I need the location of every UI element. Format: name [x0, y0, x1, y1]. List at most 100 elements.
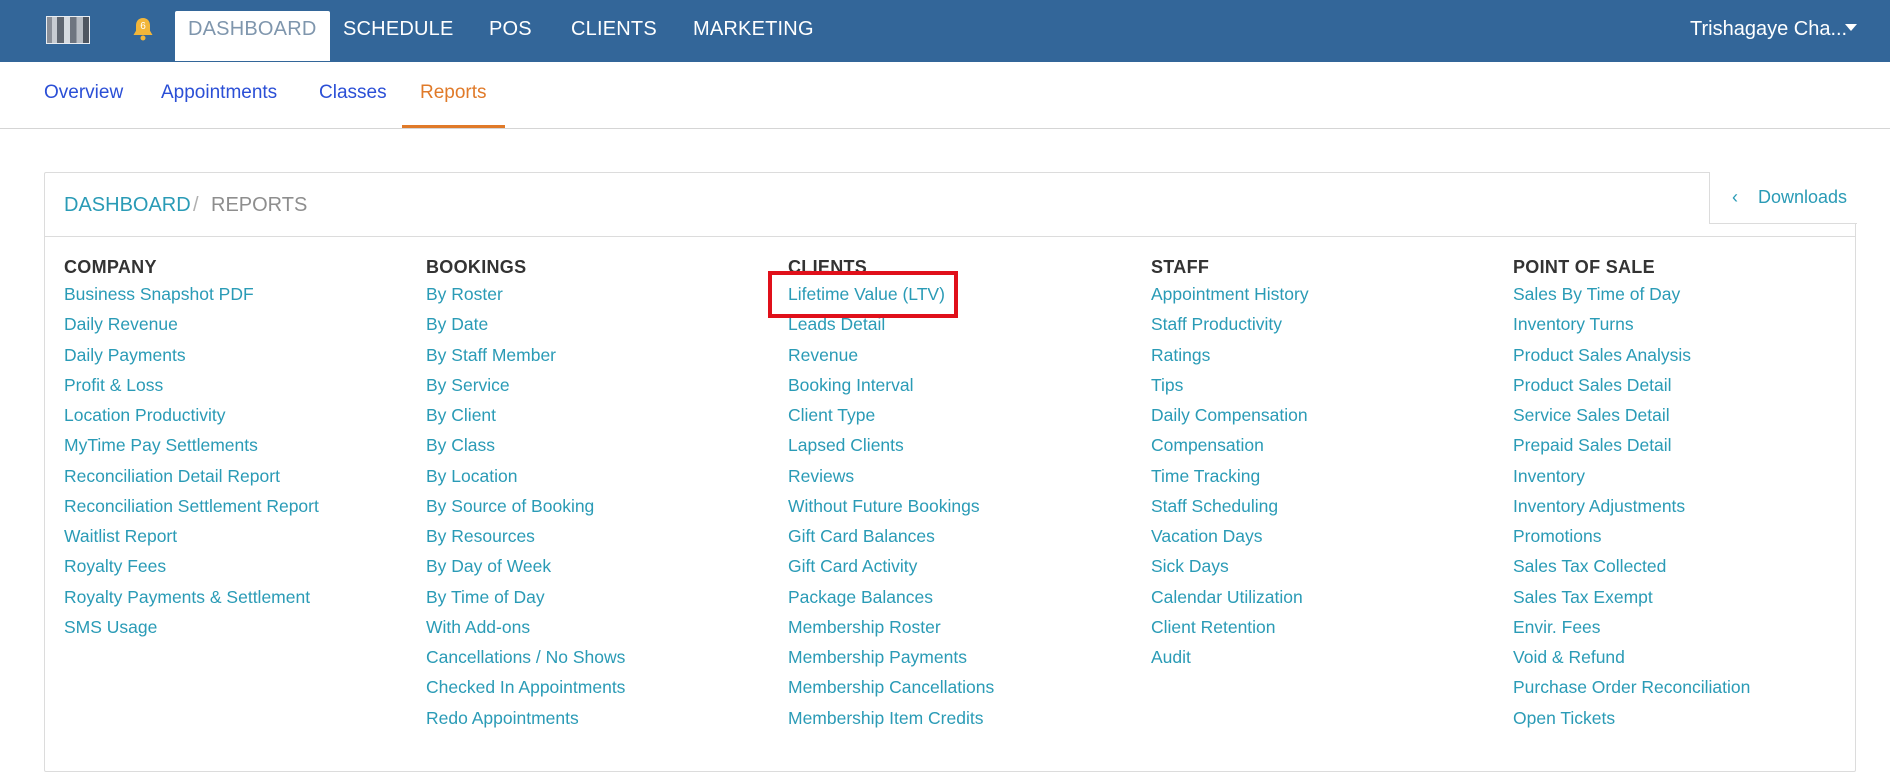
- breadcrumb-reports: REPORTS: [211, 194, 308, 216]
- report-link-company[interactable]: Daily Revenue: [64, 309, 319, 339]
- nav-tab-clients[interactable]: CLIENTS: [571, 0, 657, 62]
- report-link-staff[interactable]: Tips: [1151, 370, 1309, 400]
- nav-tab-pos[interactable]: POS: [489, 0, 532, 62]
- subtab-reports[interactable]: Reports: [402, 62, 505, 128]
- nav-tab-dashboard[interactable]: DASHBOARD: [175, 11, 330, 61]
- report-link-bookings[interactable]: Cancellations / No Shows: [426, 642, 625, 672]
- report-column-point-of-sale: POINT OF SALE Sales By Time of Day Invent…: [1513, 255, 1750, 733]
- report-link-staff[interactable]: Calendar Utilization: [1151, 582, 1309, 612]
- report-link-bookings[interactable]: By Source of Booking: [426, 491, 625, 521]
- report-link-clients[interactable]: Lifetime Value (LTV): [788, 279, 994, 309]
- breadcrumb-dashboard[interactable]: DASHBOARD: [64, 173, 191, 237]
- report-link-bookings[interactable]: With Add-ons: [426, 612, 625, 642]
- report-link-staff[interactable]: Vacation Days: [1151, 521, 1309, 551]
- report-link-clients[interactable]: Membership Cancellations: [788, 672, 994, 702]
- report-link-clients[interactable]: Without Future Bookings: [788, 491, 994, 521]
- report-link-company[interactable]: Daily Payments: [64, 340, 319, 370]
- downloads-button[interactable]: ‹ Downloads: [1709, 172, 1857, 224]
- report-link-clients[interactable]: Booking Interval: [788, 370, 994, 400]
- report-column-company: COMPANY Business Snapshot PDF Daily Reven…: [64, 255, 319, 642]
- report-link-company[interactable]: SMS Usage: [64, 612, 319, 642]
- top-navbar: 6 DASHBOARD SCHEDULE POS CLIENTS MARKETI…: [0, 0, 1890, 62]
- report-link-clients[interactable]: Gift Card Activity: [788, 551, 994, 581]
- report-link-clients[interactable]: Client Type: [788, 400, 994, 430]
- report-link-bookings[interactable]: By Class: [426, 430, 625, 460]
- report-link-pos[interactable]: Product Sales Analysis: [1513, 340, 1750, 370]
- report-link-pos[interactable]: Inventory Adjustments: [1513, 491, 1750, 521]
- report-link-staff[interactable]: Appointment History: [1151, 279, 1309, 309]
- report-link-pos[interactable]: Promotions: [1513, 521, 1750, 551]
- report-link-company[interactable]: Reconciliation Detail Report: [64, 461, 319, 491]
- chevron-left-icon: ‹: [1732, 187, 1738, 207]
- report-link-staff[interactable]: Time Tracking: [1151, 461, 1309, 491]
- report-link-clients[interactable]: Gift Card Balances: [788, 521, 994, 551]
- report-link-clients[interactable]: Package Balances: [788, 582, 994, 612]
- panel-header: DASHBOARD / REPORTS ‹ Downloads: [45, 172, 1857, 237]
- report-link-company[interactable]: Waitlist Report: [64, 521, 319, 551]
- reports-panel: DASHBOARD / REPORTS ‹ Downloads COMPANY …: [44, 172, 1857, 772]
- report-link-staff[interactable]: Sick Days: [1151, 551, 1309, 581]
- report-link-pos[interactable]: Open Tickets: [1513, 703, 1750, 733]
- column-heading-point-of-sale: POINT OF SALE: [1513, 257, 1655, 277]
- report-link-clients[interactable]: Membership Item Credits: [788, 703, 994, 733]
- subtab-appointments[interactable]: Appointments: [161, 62, 277, 128]
- report-link-pos[interactable]: Inventory Turns: [1513, 309, 1750, 339]
- subtab-overview[interactable]: Overview: [44, 62, 123, 128]
- report-link-bookings[interactable]: Checked In Appointments: [426, 672, 625, 702]
- downloads-label: Downloads: [1758, 187, 1848, 207]
- report-link-staff[interactable]: Compensation: [1151, 430, 1309, 460]
- report-link-bookings[interactable]: By Location: [426, 461, 625, 491]
- report-link-clients[interactable]: Leads Detail: [788, 309, 994, 339]
- report-link-clients[interactable]: Membership Payments: [788, 642, 994, 672]
- report-link-pos[interactable]: Void & Refund: [1513, 642, 1750, 672]
- column-heading-staff: STAFF: [1151, 257, 1210, 277]
- report-link-bookings[interactable]: By Staff Member: [426, 340, 625, 370]
- report-link-clients[interactable]: Reviews: [788, 461, 994, 491]
- report-link-pos[interactable]: Inventory: [1513, 461, 1750, 491]
- nav-tab-schedule[interactable]: SCHEDULE: [343, 0, 454, 62]
- report-link-company[interactable]: Business Snapshot PDF: [64, 279, 319, 309]
- report-link-company[interactable]: Profit & Loss: [64, 370, 319, 400]
- report-link-staff[interactable]: Ratings: [1151, 340, 1309, 370]
- report-link-bookings[interactable]: By Date: [426, 309, 625, 339]
- column-heading-company: COMPANY: [64, 257, 157, 277]
- report-link-pos[interactable]: Product Sales Detail: [1513, 370, 1750, 400]
- column-heading-clients: CLIENTS: [788, 257, 868, 277]
- report-link-clients[interactable]: Revenue: [788, 340, 994, 370]
- report-link-bookings[interactable]: By Resources: [426, 521, 625, 551]
- nav-tab-marketing[interactable]: MARKETING: [693, 0, 814, 62]
- report-link-company[interactable]: Royalty Fees: [64, 551, 319, 581]
- business-logo[interactable]: [46, 16, 90, 44]
- report-link-bookings[interactable]: Redo Appointments: [426, 703, 625, 733]
- notification-count: 6: [140, 21, 146, 32]
- report-link-clients[interactable]: Membership Roster: [788, 612, 994, 642]
- report-link-pos[interactable]: Envir. Fees: [1513, 612, 1750, 642]
- report-link-pos[interactable]: Sales By Time of Day: [1513, 279, 1750, 309]
- report-link-bookings[interactable]: By Time of Day: [426, 582, 625, 612]
- column-heading-bookings: BOOKINGS: [426, 257, 527, 277]
- user-menu-name[interactable]: Trishagaye Cha...: [1690, 0, 1847, 62]
- report-link-pos[interactable]: Sales Tax Collected: [1513, 551, 1750, 581]
- report-link-company[interactable]: MyTime Pay Settlements: [64, 430, 319, 460]
- report-link-staff[interactable]: Audit: [1151, 642, 1309, 672]
- report-link-pos[interactable]: Sales Tax Exempt: [1513, 582, 1750, 612]
- report-link-clients[interactable]: Lapsed Clients: [788, 430, 994, 460]
- report-link-bookings[interactable]: By Client: [426, 400, 625, 430]
- report-link-company[interactable]: Royalty Payments & Settlement: [64, 582, 319, 612]
- report-link-pos[interactable]: Prepaid Sales Detail: [1513, 430, 1750, 460]
- report-link-bookings[interactable]: By Roster: [426, 279, 625, 309]
- report-link-staff[interactable]: Staff Productivity: [1151, 309, 1309, 339]
- report-link-company[interactable]: Location Productivity: [64, 400, 319, 430]
- report-link-pos[interactable]: Purchase Order Reconciliation: [1513, 672, 1750, 702]
- caret-down-icon[interactable]: [1845, 24, 1857, 31]
- report-link-company[interactable]: Reconciliation Settlement Report: [64, 491, 319, 521]
- report-link-staff[interactable]: Staff Scheduling: [1151, 491, 1309, 521]
- report-link-pos[interactable]: Service Sales Detail: [1513, 400, 1750, 430]
- report-column-bookings: BOOKINGS By Roster By Date By Staff Member…: [426, 255, 625, 733]
- subtab-classes[interactable]: Classes: [319, 62, 387, 128]
- sub-navbar: Overview Appointments Classes Reports: [0, 62, 1890, 129]
- report-link-staff[interactable]: Client Retention: [1151, 612, 1309, 642]
- report-link-bookings[interactable]: By Service: [426, 370, 625, 400]
- report-link-bookings[interactable]: By Day of Week: [426, 551, 625, 581]
- report-link-staff[interactable]: Daily Compensation: [1151, 400, 1309, 430]
